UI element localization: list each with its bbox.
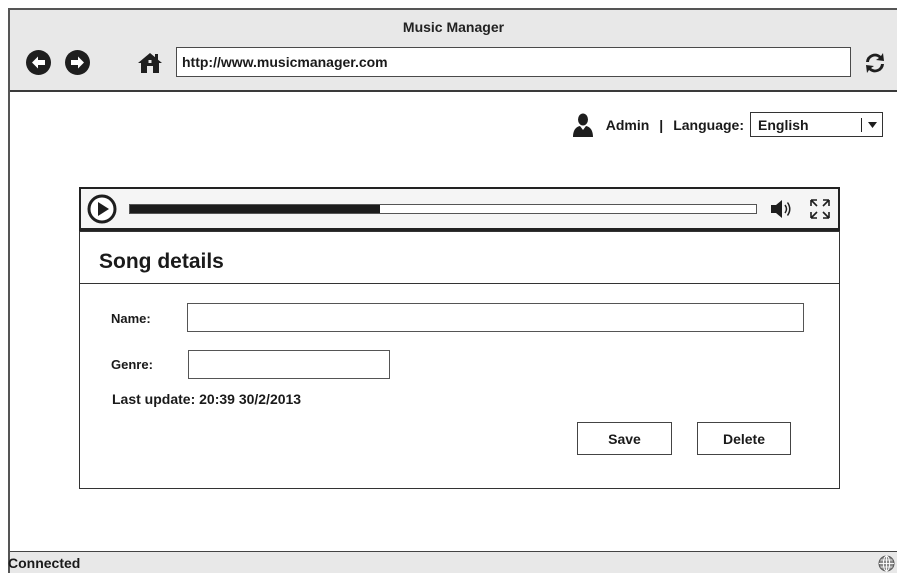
forward-button[interactable] [65, 50, 90, 75]
playback-progress-fill [130, 205, 381, 213]
user-icon [572, 113, 593, 137]
name-input[interactable] [187, 303, 804, 332]
language-select[interactable]: English [750, 112, 883, 137]
panel-header: Song details [80, 232, 839, 284]
save-button[interactable]: Save [577, 422, 672, 455]
status-bar: Connected [8, 551, 897, 573]
user-name-link[interactable]: Admin [606, 117, 650, 133]
userbar-separator: | [659, 116, 664, 133]
last-update-text: Last update: 20:39 30/2/2013 [112, 391, 302, 407]
back-button[interactable] [26, 50, 51, 75]
browser-toolbar: Music Manager http://www.musicmanager.co… [10, 10, 897, 92]
fullscreen-button[interactable] [809, 198, 831, 220]
volume-icon [771, 200, 791, 218]
dropdown-arrow-icon [868, 121, 877, 128]
language-selected-value: English [758, 116, 809, 133]
play-button[interactable] [87, 194, 117, 224]
reload-icon [866, 53, 884, 73]
user-bar: Admin | Language: English [572, 111, 883, 138]
home-button[interactable] [137, 52, 163, 74]
name-label: Name: [111, 311, 151, 326]
media-player [79, 187, 840, 231]
connection-status: Connected [8, 555, 81, 571]
play-icon [87, 194, 117, 224]
browser-window: Music Manager http://www.musicmanager.co… [8, 8, 897, 573]
delete-button[interactable]: Delete [697, 422, 791, 455]
home-icon [138, 53, 162, 73]
fullscreen-icon [810, 199, 830, 219]
globe-icon [878, 555, 895, 572]
reload-button[interactable] [862, 50, 888, 76]
genre-input[interactable] [188, 350, 390, 379]
language-label: Language: [673, 116, 744, 133]
playback-progress-bar[interactable] [129, 204, 757, 214]
dropdown-divider [861, 117, 862, 132]
forward-arrow-icon [71, 56, 84, 69]
back-arrow-icon [32, 56, 45, 69]
genre-label: Genre: [111, 357, 153, 372]
panel-title: Song details [99, 250, 224, 273]
language-dropdown-toggle[interactable] [861, 117, 877, 132]
volume-button[interactable] [769, 198, 793, 220]
address-bar[interactable]: http://www.musicmanager.com [176, 47, 851, 77]
song-details-panel: Song details Name: Genre: Last update: 2… [79, 231, 840, 489]
window-title: Music Manager [402, 19, 505, 35]
